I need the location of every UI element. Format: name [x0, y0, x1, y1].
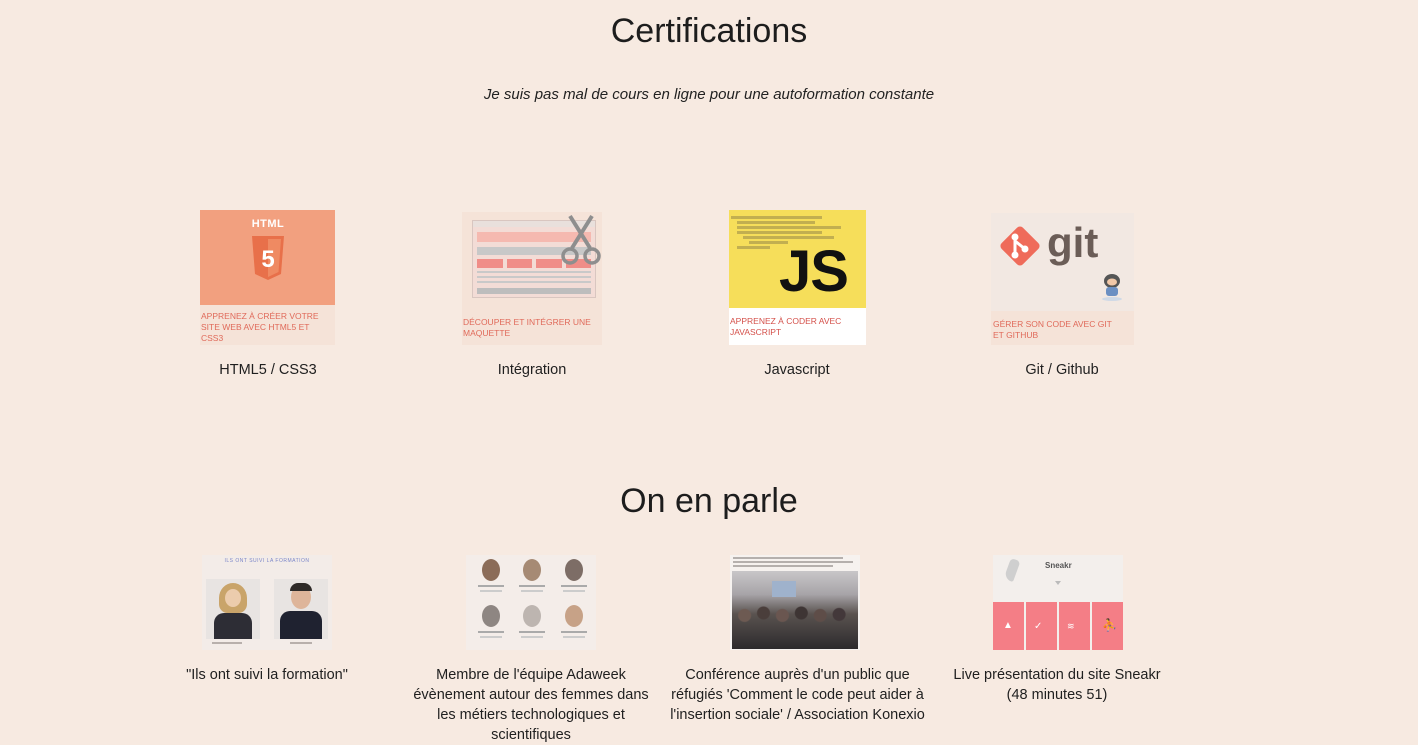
- team-portraits: [472, 559, 592, 647]
- octocat-icon: [1099, 271, 1125, 301]
- certification-caption-git: Git / Github: [1025, 362, 1099, 378]
- sneaker-icon: [1003, 557, 1021, 583]
- nike-icon: ✓: [1034, 621, 1043, 632]
- html5-icon: HTML 5: [248, 218, 288, 298]
- certification-caption-html5: HTML5 / CSS3: [219, 362, 317, 378]
- jordan-icon: ⛹: [1102, 618, 1117, 632]
- javascript-icon: JS: [779, 239, 849, 304]
- git-wordmark: git: [1047, 219, 1099, 266]
- certifications-title: Certifications: [610, 12, 808, 50]
- integration-thumbnail: Découper et intégrer une maquette: [462, 212, 602, 345]
- sneakr-brand-grid: ▲ ✓ ≋ ⛹: [993, 602, 1123, 650]
- adaweek-thumbnail: [466, 555, 596, 650]
- certification-caption-integration: Intégration: [497, 362, 567, 378]
- press-card-konexio[interactable]: [730, 555, 860, 650]
- person-photo: [274, 579, 328, 639]
- formation-thumbnail: ILS ONT SUIVI LA FORMATION: [202, 555, 332, 650]
- certification-card-html5[interactable]: HTML 5 Apprenez à créer votre site web a…: [200, 210, 335, 345]
- git-icon: [997, 223, 1043, 269]
- press-caption-adaweek: Membre de l'équipe Adaweek évènement aut…: [413, 667, 649, 743]
- javascript-thumbnail: JS Apprenez à coder avec JavaScript: [729, 210, 866, 345]
- press-caption-konexio: Conférence auprès d'un public que réfugi…: [670, 667, 925, 723]
- javascript-thumb-text: Apprenez à coder avec JavaScript: [730, 316, 842, 337]
- press-card-adaweek[interactable]: [466, 555, 596, 650]
- press-card-sneakr[interactable]: Sneakr ▲ ✓ ≋ ⛹: [993, 555, 1123, 650]
- sneakr-thumbnail: Sneakr ▲ ✓ ≋ ⛹: [993, 555, 1123, 650]
- adidas-icon: ▲: [1003, 620, 1013, 631]
- svg-text:5: 5: [261, 246, 274, 273]
- git-thumbnail: git Gérer son code avec Git et GitHub: [991, 213, 1134, 345]
- html5-thumbnail: HTML 5 Apprenez à créer votre site web a…: [200, 210, 335, 345]
- press-card-formation[interactable]: ILS ONT SUIVI LA FORMATION: [202, 555, 332, 650]
- certification-card-javascript[interactable]: JS Apprenez à coder avec JavaScript: [729, 210, 866, 345]
- integration-thumb-text: Découper et intégrer une maquette: [463, 317, 591, 338]
- git-thumb-text: Gérer son code avec Git et GitHub: [993, 319, 1112, 340]
- press-caption-sneakr: Live présentation du site Sneakr (48 min…: [953, 667, 1161, 703]
- press-caption-formation: "Ils ont suivi la formation": [186, 667, 348, 683]
- scissors-icon: [560, 214, 602, 266]
- certifications-subtitle: Je suis pas mal de cours en ligne pour u…: [483, 86, 935, 103]
- certification-card-git[interactable]: git Gérer son code avec Git et GitHub: [991, 213, 1134, 345]
- reebok-icon: ≋: [1067, 621, 1075, 631]
- certification-caption-javascript: Javascript: [764, 362, 830, 378]
- certification-card-integration[interactable]: Découper et intégrer une maquette: [462, 212, 602, 345]
- conference-photo: [732, 571, 858, 649]
- press-title: On en parle: [620, 482, 798, 520]
- person-photo: [206, 579, 260, 639]
- html5-thumb-text: Apprenez à créer votre site web avec HTM…: [201, 311, 319, 343]
- konexio-thumbnail: [730, 555, 860, 650]
